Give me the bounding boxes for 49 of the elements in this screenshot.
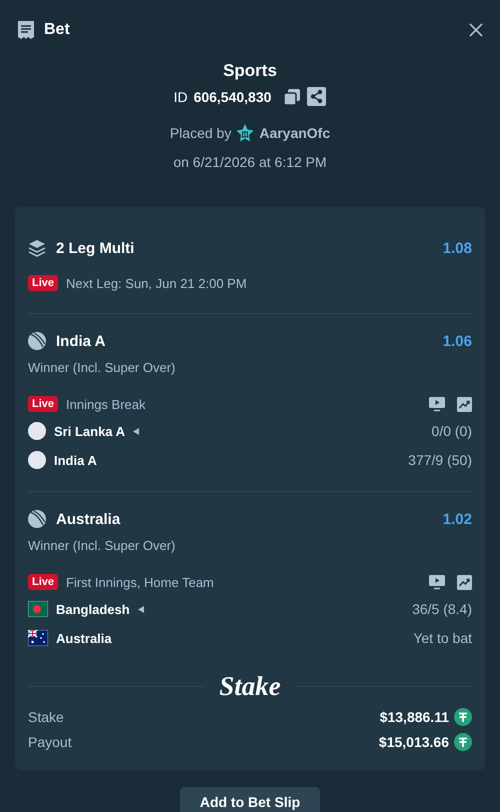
team-score: Yet to bat: [413, 630, 472, 646]
live-badge: Live: [28, 396, 58, 412]
total-odds: 1.08: [442, 240, 472, 256]
add-to-bet-slip-button[interactable]: Add to Bet Slip: [180, 787, 320, 812]
cricket-ball-icon: [28, 332, 46, 350]
close-icon[interactable]: [469, 23, 483, 37]
live-stream-icon[interactable]: [429, 574, 445, 590]
match-status: First Innings, Home Team: [66, 574, 214, 590]
total-label: Payout: [28, 734, 72, 750]
bet-category: Sports: [223, 61, 277, 81]
team-score: 0/0 (0): [432, 423, 472, 439]
team-name: Sri Lanka A: [54, 424, 126, 438]
placed-date: on 6/21/2026 at 6:12 PM: [173, 154, 327, 170]
total-label: Stake: [28, 709, 64, 725]
team-score: 36/5 (8.4): [412, 601, 472, 617]
live-stream-icon[interactable]: [429, 396, 445, 412]
stats-icon[interactable]: [457, 574, 472, 590]
bet-id: 606,540,830: [194, 88, 272, 104]
currency-icon: [454, 733, 472, 751]
leg-odds: 1.06: [442, 332, 472, 350]
id-label: ID: [174, 88, 188, 104]
layers-icon: [28, 239, 46, 257]
bet-slip-icon: [17, 20, 35, 40]
market-name: Winner (Incl. Super Over): [28, 538, 176, 553]
vip-badge-icon: [236, 124, 254, 142]
live-badge: Live: [28, 574, 58, 590]
match-status: Innings Break: [66, 396, 146, 412]
total-amount: $13,886.11: [380, 709, 449, 725]
team-name: Bangladesh: [56, 602, 130, 616]
share-icon[interactable]: [307, 87, 326, 106]
selection-name: Australia: [56, 510, 120, 528]
live-badge: Live: [28, 275, 58, 291]
market-name: Winner (Incl. Super Over): [28, 360, 176, 375]
username-link[interactable]: AaryanOfc: [259, 125, 330, 141]
stats-icon[interactable]: [457, 396, 472, 412]
multi-title: 2 Leg Multi: [56, 240, 134, 256]
next-leg-text: Next Leg: Sun, Jun 21 2:00 PM: [66, 276, 247, 290]
copy-icon[interactable]: [283, 88, 302, 106]
currency-icon: [454, 708, 472, 726]
placed-by-label: Placed by: [170, 125, 232, 141]
leg-odds: 1.02: [442, 510, 472, 528]
selection-name: India A: [56, 332, 106, 350]
team-name: Australia: [56, 630, 112, 646]
team-name: India A: [54, 452, 97, 468]
team-score: 377/9 (50): [408, 452, 472, 468]
cricket-ball-icon: [28, 510, 46, 528]
dialog-title: Bet: [44, 21, 70, 39]
brand-logo: Stake: [219, 671, 281, 702]
total-amount: $15,013.66: [378, 734, 449, 750]
